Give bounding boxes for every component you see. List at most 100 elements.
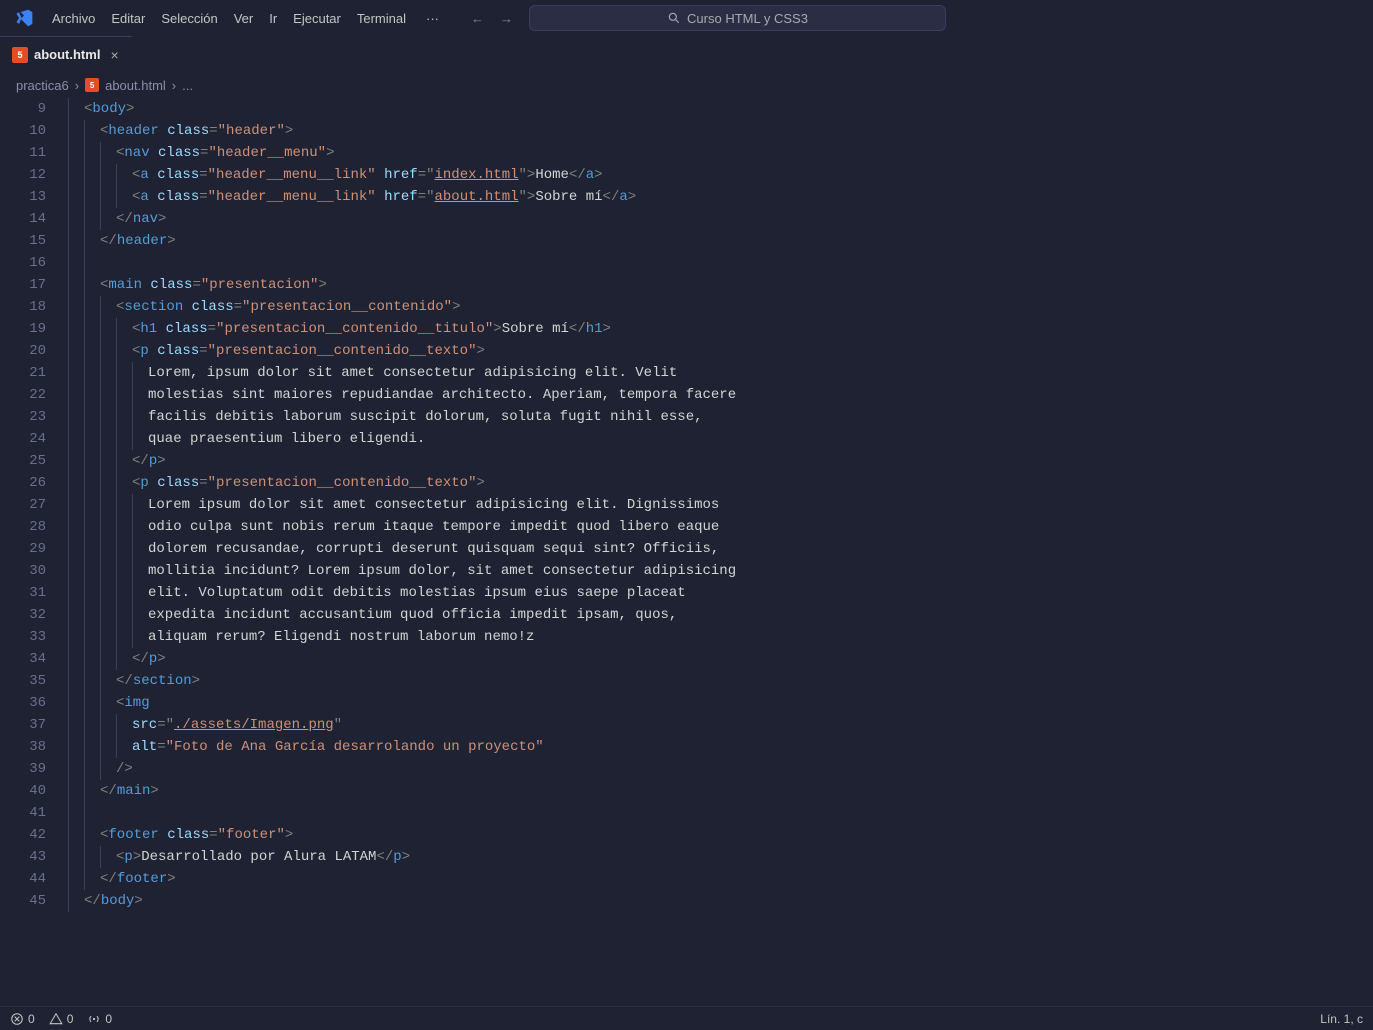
code-area[interactable]: <body><header class="header"><nav class=… [64,98,1373,1006]
code-line[interactable]: <footer class="footer"> [68,824,1373,846]
code-line[interactable]: Lorem ipsum dolor sit amet consectetur a… [68,494,1373,516]
error-count: 0 [28,1012,35,1026]
line-number: 32 [0,604,46,626]
code-line[interactable]: facilis debitis laborum suscipit dolorum… [68,406,1373,428]
line-number: 27 [0,494,46,516]
line-number: 38 [0,736,46,758]
code-line[interactable] [68,252,1373,274]
error-icon [10,1012,24,1026]
line-number: 37 [0,714,46,736]
tab-about-html[interactable]: 5 about.html × [0,36,132,72]
tabs-bar: 5 about.html × [0,36,1373,72]
code-line[interactable]: </header> [68,230,1373,252]
line-number: 13 [0,186,46,208]
code-line[interactable]: dolorem recusandae, corrupti deserunt qu… [68,538,1373,560]
ports-count: 0 [105,1012,112,1026]
titlebar: ArchivoEditarSelecciónVerIrEjecutarTermi… [0,0,1373,36]
line-number: 34 [0,648,46,670]
code-line[interactable]: </section> [68,670,1373,692]
line-number: 31 [0,582,46,604]
line-number: 10 [0,120,46,142]
line-number: 20 [0,340,46,362]
breadcrumb-trailing[interactable]: ... [182,78,193,93]
code-line[interactable]: <img [68,692,1373,714]
code-line[interactable]: quae praesentium libero eligendi. [68,428,1373,450]
menu-overflow-icon[interactable]: ··· [418,7,447,30]
code-line[interactable]: <section class="presentacion__contenido"… [68,296,1373,318]
status-cursor-position[interactable]: Lín. 1, c [1320,1012,1363,1026]
code-line[interactable]: <nav class="header__menu"> [68,142,1373,164]
line-number: 15 [0,230,46,252]
vscode-logo-icon [14,8,34,28]
breadcrumb-item[interactable]: practica6 [16,78,69,93]
html5-icon: 5 [85,78,99,92]
nav-back-icon[interactable]: ← [471,11,484,26]
code-line[interactable]: </footer> [68,868,1373,890]
line-number: 22 [0,384,46,406]
code-line[interactable]: <a class="header__menu__link" href="inde… [68,164,1373,186]
code-line[interactable]: src="./assets/Imagen.png" [68,714,1373,736]
code-line[interactable] [68,802,1373,824]
code-line[interactable]: <p class="presentacion__contenido__texto… [68,472,1373,494]
code-line[interactable]: </main> [68,780,1373,802]
code-line[interactable]: <h1 class="presentacion__contenido__titu… [68,318,1373,340]
breadcrumb-item[interactable]: about.html [105,78,166,93]
nav-arrows: ← → [471,11,513,26]
status-warnings[interactable]: 0 [49,1012,74,1026]
line-number: 42 [0,824,46,846]
close-icon[interactable]: × [110,47,118,63]
menu-ejecutar[interactable]: Ejecutar [285,7,349,30]
menu-archivo[interactable]: Archivo [44,7,103,30]
line-number: 35 [0,670,46,692]
menu-ir[interactable]: Ir [261,7,285,30]
line-number: 28 [0,516,46,538]
status-ports[interactable]: 0 [87,1012,112,1026]
menu-editar[interactable]: Editar [103,7,153,30]
code-line[interactable]: <body> [68,98,1373,120]
menu-terminal[interactable]: Terminal [349,7,414,30]
menu-bar: ArchivoEditarSelecciónVerIrEjecutarTermi… [44,7,414,30]
code-line[interactable]: elit. Voluptatum odit debitis molestias … [68,582,1373,604]
menu-ver[interactable]: Ver [226,7,262,30]
code-line[interactable]: expedita incidunt accusantium quod offic… [68,604,1373,626]
line-number: 40 [0,780,46,802]
status-errors[interactable]: 0 [10,1012,35,1026]
line-number: 30 [0,560,46,582]
statusbar: 0 0 0 Lín. 1, c [0,1006,1373,1030]
line-number: 26 [0,472,46,494]
code-line[interactable]: Lorem, ipsum dolor sit amet consectetur … [68,362,1373,384]
search-icon [667,11,681,25]
code-line[interactable]: <p>Desarrollado por Alura LATAM</p> [68,846,1373,868]
code-line[interactable]: molestias sint maiores repudiandae archi… [68,384,1373,406]
code-line[interactable]: </nav> [68,208,1373,230]
breadcrumbs[interactable]: practica6 › 5 about.html › ... [0,72,1373,98]
tab-label: about.html [34,47,100,62]
code-line[interactable]: odio culpa sunt nobis rerum itaque tempo… [68,516,1373,538]
command-center-search[interactable]: Curso HTML y CSS3 [529,5,946,31]
code-line[interactable]: <p class="presentacion__contenido__texto… [68,340,1373,362]
chevron-right-icon: › [75,78,79,93]
search-text: Curso HTML y CSS3 [687,11,808,26]
cursor-position-text: Lín. 1, c [1320,1012,1363,1026]
code-line[interactable]: </body> [68,890,1373,912]
code-line[interactable]: /> [68,758,1373,780]
code-line[interactable]: </p> [68,450,1373,472]
code-line[interactable]: aliquam rerum? Eligendi nostrum laborum … [68,626,1373,648]
line-number: 44 [0,868,46,890]
code-line[interactable]: <a class="header__menu__link" href="abou… [68,186,1373,208]
line-number: 29 [0,538,46,560]
line-number-gutter: 9101112131415161718192021222324252627282… [0,98,64,1006]
code-line[interactable]: </p> [68,648,1373,670]
code-line[interactable]: mollitia incidunt? Lorem ipsum dolor, si… [68,560,1373,582]
warning-icon [49,1012,63,1026]
nav-forward-icon[interactable]: → [500,11,513,26]
menu-selección[interactable]: Selección [153,7,225,30]
code-line[interactable]: <header class="header"> [68,120,1373,142]
editor[interactable]: 9101112131415161718192021222324252627282… [0,98,1373,1006]
line-number: 18 [0,296,46,318]
line-number: 19 [0,318,46,340]
line-number: 12 [0,164,46,186]
line-number: 45 [0,890,46,912]
code-line[interactable]: alt="Foto de Ana García desarrolando un … [68,736,1373,758]
code-line[interactable]: <main class="presentacion"> [68,274,1373,296]
